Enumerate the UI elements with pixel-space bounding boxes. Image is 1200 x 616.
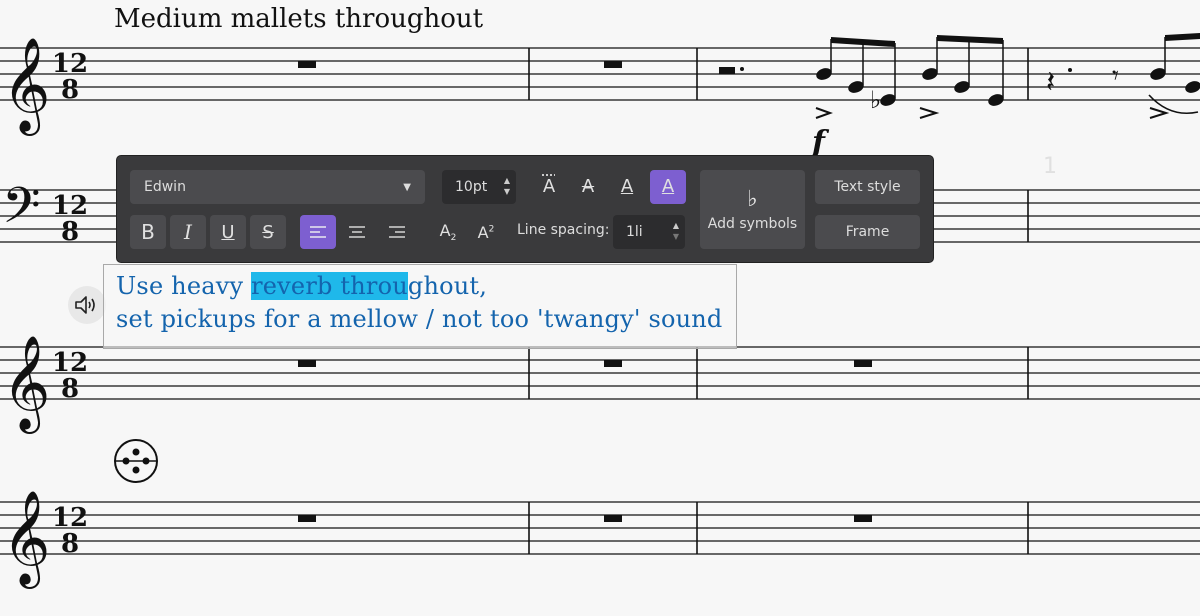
text-style-overline-button[interactable]: A [531,170,567,204]
font-size-stepper[interactable]: ▲ ▼ [504,175,510,197]
superscript-button[interactable]: A2 [468,215,504,249]
font-size-field[interactable]: 10pt ▲ ▼ [442,170,516,204]
score-text-medium-mallets[interactable]: Medium mallets throughout [114,4,483,34]
line-spacing-field[interactable]: 1li ▲ ▼ [613,215,685,249]
notes-bar-3: ♭ 𝄽 𝄾 [815,33,1200,119]
frame-button[interactable]: Frame [815,215,920,249]
text-after-selection: ghout, [407,272,488,300]
align-left-icon [310,226,326,238]
frame-label: Frame [845,224,890,240]
line-spacing-stepper[interactable]: ▲ ▼ [673,220,679,242]
time-signature-bottom: 8 [61,75,79,105]
svg-text:𝄽: 𝄽 [1046,65,1055,100]
underline-button[interactable]: U [210,215,246,249]
speaker-icon [75,296,95,314]
playback-speaker-button[interactable] [68,286,106,324]
align-center-button[interactable] [339,215,375,249]
text-line-2[interactable]: set pickups for a mellow / not too 'twan… [116,305,723,333]
align-center-icon [349,226,365,238]
font-family-value: Edwin [144,179,186,195]
strikethrough-a-icon: A [581,176,595,197]
align-right-button[interactable] [379,215,415,249]
strikethrough-button[interactable]: S [250,215,286,249]
italic-button[interactable]: I [170,215,206,249]
time-signature-bottom: 8 [61,217,79,247]
staff-3 [0,346,1200,400]
time-signature-bottom: 8 [61,374,79,404]
staff-1 [0,47,1200,101]
add-symbols-label: Add symbols [707,216,798,232]
chevron-down-icon: ▼ [403,181,411,193]
boxed-a-icon: A [661,176,675,197]
underline-a-icon: A [620,176,634,197]
text-style-strikeout-button[interactable]: A [570,170,606,204]
overline-a-icon: A [542,176,556,197]
subscript-button[interactable]: A2 [430,215,466,249]
superscript-icon: A2 [477,222,495,242]
font-size-value: 10pt [455,179,488,195]
percussion-symbol-icon [114,439,158,483]
bar-number: 1 [1043,154,1057,179]
text-style-erased-background-button[interactable]: A [650,170,686,204]
text-selection: reverb throu [251,272,408,300]
text-style-button[interactable]: Text style [815,170,920,204]
italic-label: I [184,220,192,244]
bass-clef: 𝄢 [2,177,41,247]
treble-clef: 𝄞 [2,490,50,589]
add-symbols-button[interactable]: ♭ Add symbols [700,170,805,249]
text-format-toolbar: Edwin ▼ 10pt ▲ ▼ A A A A B I U S A2 A2 L… [116,155,934,263]
svg-text:♭: ♭ [870,86,881,114]
bold-label: B [141,220,155,244]
underline-label: U [221,221,235,243]
time-signature-bottom: 8 [61,529,79,559]
treble-clef: 𝄞 [2,37,50,136]
flat-icon: ♭ [747,187,758,212]
text-style-label: Text style [834,179,901,195]
align-left-button[interactable] [300,215,336,249]
text-edit-frame[interactable]: Use heavy reverb throughout, set pickups… [103,264,737,349]
treble-clef: 𝄞 [2,335,50,434]
staff-4 [0,501,1200,555]
svg-text:𝄾: 𝄾 [1112,61,1119,91]
strikethrough-label: S [262,221,274,243]
align-right-icon [389,226,405,238]
text-line-1[interactable]: Use heavy reverb throughout, [116,272,487,300]
line-spacing-value: 1li [626,224,643,240]
bold-button[interactable]: B [130,215,166,249]
font-family-select[interactable]: Edwin ▼ [130,170,425,204]
line-spacing-label: Line spacing: [517,222,610,238]
subscript-icon: A2 [439,220,457,244]
text-before-selection: Use heavy [116,272,252,300]
text-style-underline-button[interactable]: A [609,170,645,204]
